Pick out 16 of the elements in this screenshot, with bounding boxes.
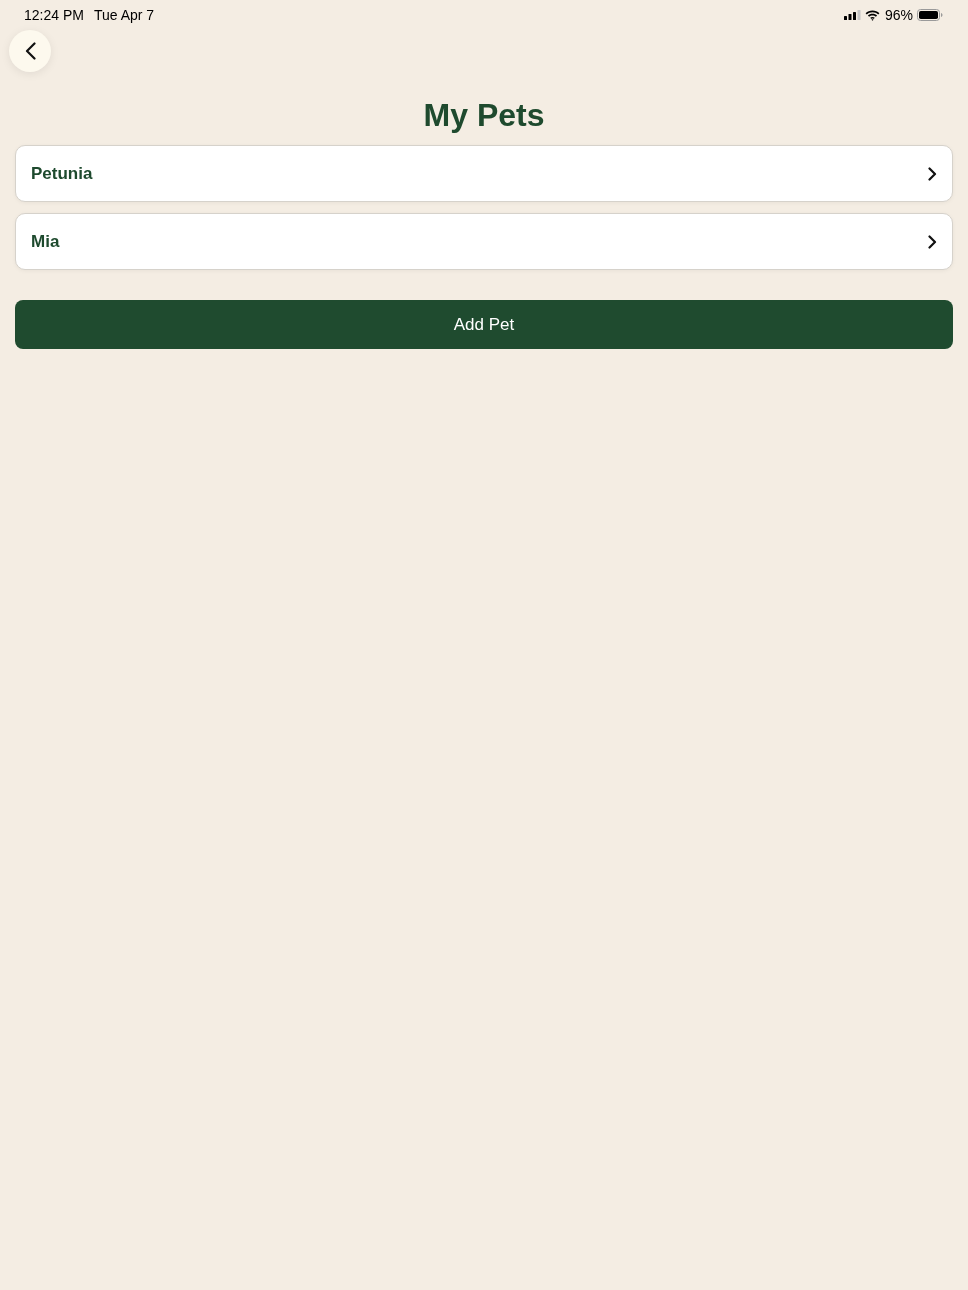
wifi-icon [864, 9, 880, 21]
pet-row[interactable]: Mia [15, 213, 953, 270]
add-pet-button[interactable]: Add Pet [15, 300, 953, 349]
battery-icon [917, 9, 943, 21]
pet-name: Petunia [31, 162, 93, 185]
signal-icon [843, 10, 861, 20]
back-button[interactable] [9, 30, 51, 72]
battery-percent: 96% [884, 5, 913, 25]
page-title: My Pets [423, 96, 545, 134]
status-date: Tue Apr 7 [93, 5, 155, 25]
back-icon [24, 42, 36, 60]
chevron-right-icon [928, 166, 937, 181]
chevron-right-icon [928, 234, 937, 249]
status-time: 12:24 PM [24, 5, 84, 25]
pet-row[interactable]: Petunia [15, 145, 953, 202]
pet-name: Mia [31, 230, 60, 253]
